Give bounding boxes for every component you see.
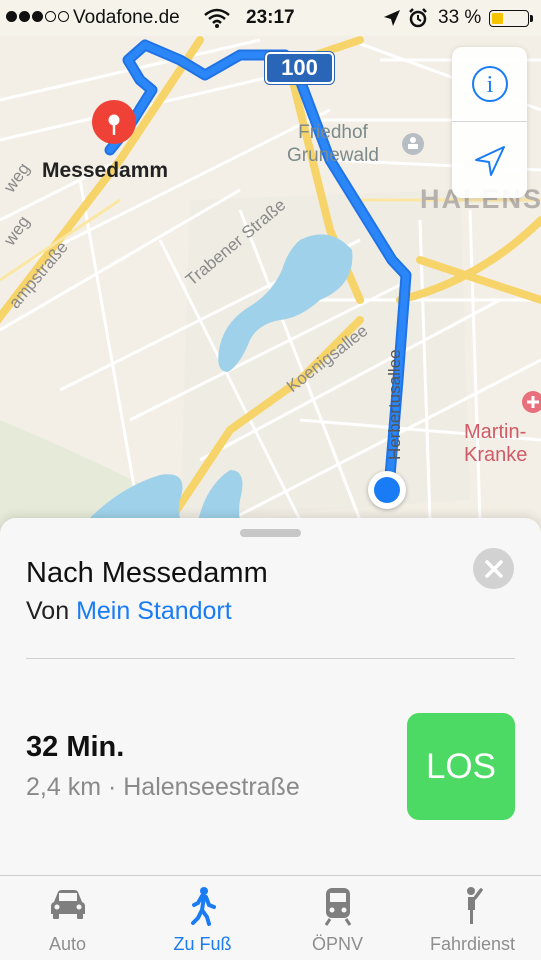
tab-oepnv[interactable]: ÖPNV xyxy=(270,876,405,960)
divider xyxy=(26,658,515,659)
origin-link[interactable]: Mein Standort xyxy=(76,597,232,625)
close-button[interactable] xyxy=(473,548,514,589)
car-icon xyxy=(0,886,135,926)
carrier-name: Vodafone.de xyxy=(73,7,180,28)
tab-oepnv-label: ÖPNV xyxy=(311,934,363,954)
poi-label-hospital: Martin- Kranke xyxy=(464,421,527,467)
drag-handle[interactable] xyxy=(240,529,301,537)
tab-zu-fuss[interactable]: Zu Fuß xyxy=(135,876,270,960)
poi-label-friedhof: Friedhof Grunewald xyxy=(287,121,379,167)
tab-zu-fuss-label: Zu Fuß xyxy=(173,934,232,954)
signal-strength-icon xyxy=(6,11,69,22)
wifi-icon xyxy=(204,8,230,34)
current-location-icon xyxy=(368,471,406,509)
tab-auto-label: Auto xyxy=(48,934,87,954)
go-button[interactable]: LOS xyxy=(407,713,515,820)
walking-icon xyxy=(135,886,270,926)
info-button[interactable]: i xyxy=(452,47,527,122)
route-origin: Von Mein Standort xyxy=(26,597,232,626)
train-icon xyxy=(270,886,405,926)
battery-icon xyxy=(489,10,533,27)
route-origin-prefix: Von xyxy=(26,597,77,625)
poi-label-friedhof-text: Friedhof Grunewald xyxy=(287,122,379,166)
highway-shield: 100 xyxy=(264,51,335,85)
map-controls: i xyxy=(452,47,527,198)
route-details: 2,4 km · Halenseestraße xyxy=(26,773,300,801)
route-duration: 32 Min. xyxy=(26,731,125,763)
locate-me-button[interactable] xyxy=(452,123,527,198)
tab-auto[interactable]: Auto xyxy=(0,876,135,960)
location-arrow-icon xyxy=(474,145,505,176)
info-icon: i xyxy=(471,66,508,102)
svg-text:i: i xyxy=(486,72,493,98)
clock: 23:17 xyxy=(246,7,295,28)
ride-hail-icon xyxy=(405,886,540,926)
status-bar: Vodafone.de 23:17 33 % xyxy=(0,0,541,36)
tab-fahrdienst-label: Fahrdienst xyxy=(429,934,516,954)
destination-label: Messedamm xyxy=(42,159,169,182)
close-icon xyxy=(484,559,503,578)
street-label-herbertusallee: Herbertusallee xyxy=(385,349,404,460)
transport-mode-tabbar: Auto Zu Fuß ÖPNV Fahrdienst xyxy=(0,875,541,960)
poi-label-hospital-text: Martin- Kranke xyxy=(464,421,528,466)
alarm-icon xyxy=(408,8,428,34)
destination-pin-icon[interactable] xyxy=(91,99,137,145)
location-services-icon xyxy=(383,9,401,33)
tab-fahrdienst[interactable]: Fahrdienst xyxy=(405,876,540,960)
route-title: Nach Messedamm xyxy=(26,557,268,589)
battery-percent: 33 % xyxy=(438,7,482,28)
